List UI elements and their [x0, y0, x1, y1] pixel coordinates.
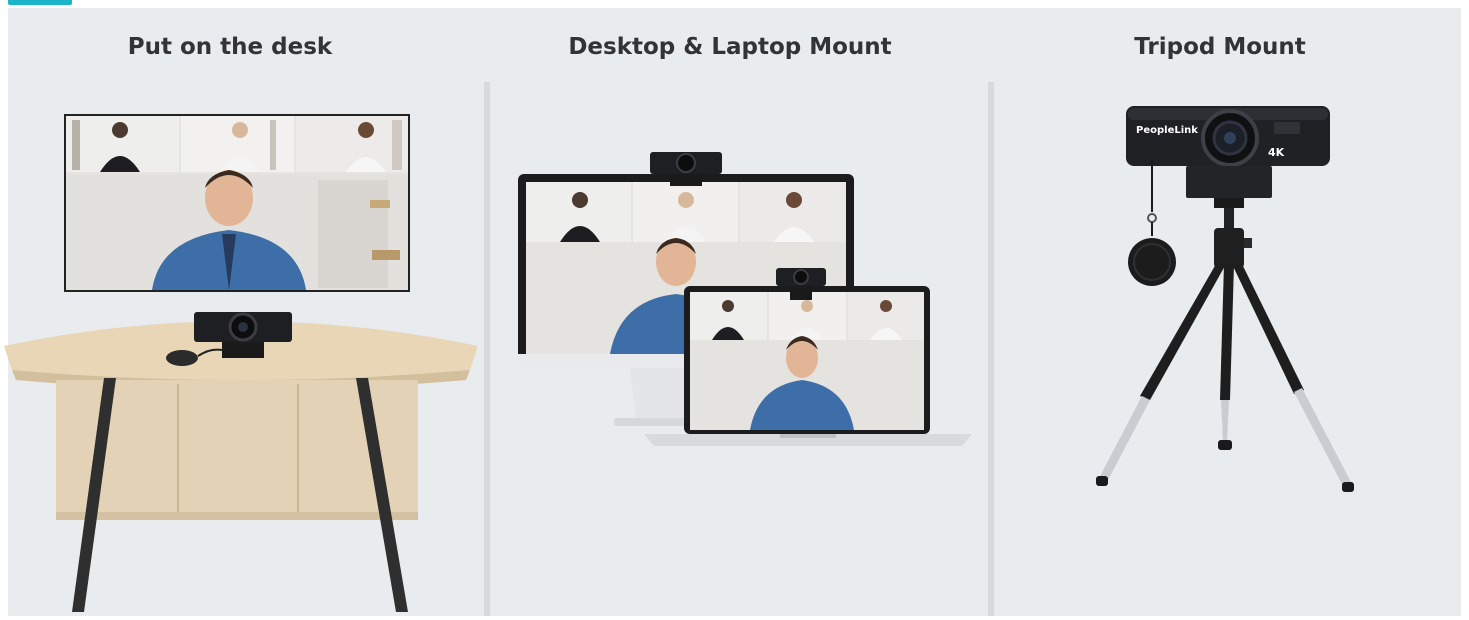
lens-cap	[1128, 160, 1176, 286]
tripod-illustration: PeopleLink 4K	[1096, 106, 1354, 492]
camera-4k-badge: 4K	[1268, 146, 1285, 159]
column-divider-2	[988, 82, 994, 616]
desk-setup-illustration	[4, 114, 478, 612]
tripod-stand	[1096, 198, 1354, 492]
tv-screen-image	[64, 114, 410, 292]
accent-tab-marker	[8, 0, 72, 5]
desktop-laptop-illustration	[518, 152, 972, 446]
desk-image	[4, 321, 478, 612]
laptop-image	[644, 286, 972, 446]
column-divider-1	[484, 82, 490, 616]
webcam-on-tripod: PeopleLink 4K	[1126, 106, 1330, 198]
column-title-desk: Put on the desk	[127, 34, 333, 60]
column-title-tripod: Tripod Mount	[1134, 34, 1306, 60]
camera-brand-label: PeopleLink	[1136, 125, 1198, 136]
column-title-desktop-laptop: Desktop & Laptop Mount	[568, 34, 892, 60]
